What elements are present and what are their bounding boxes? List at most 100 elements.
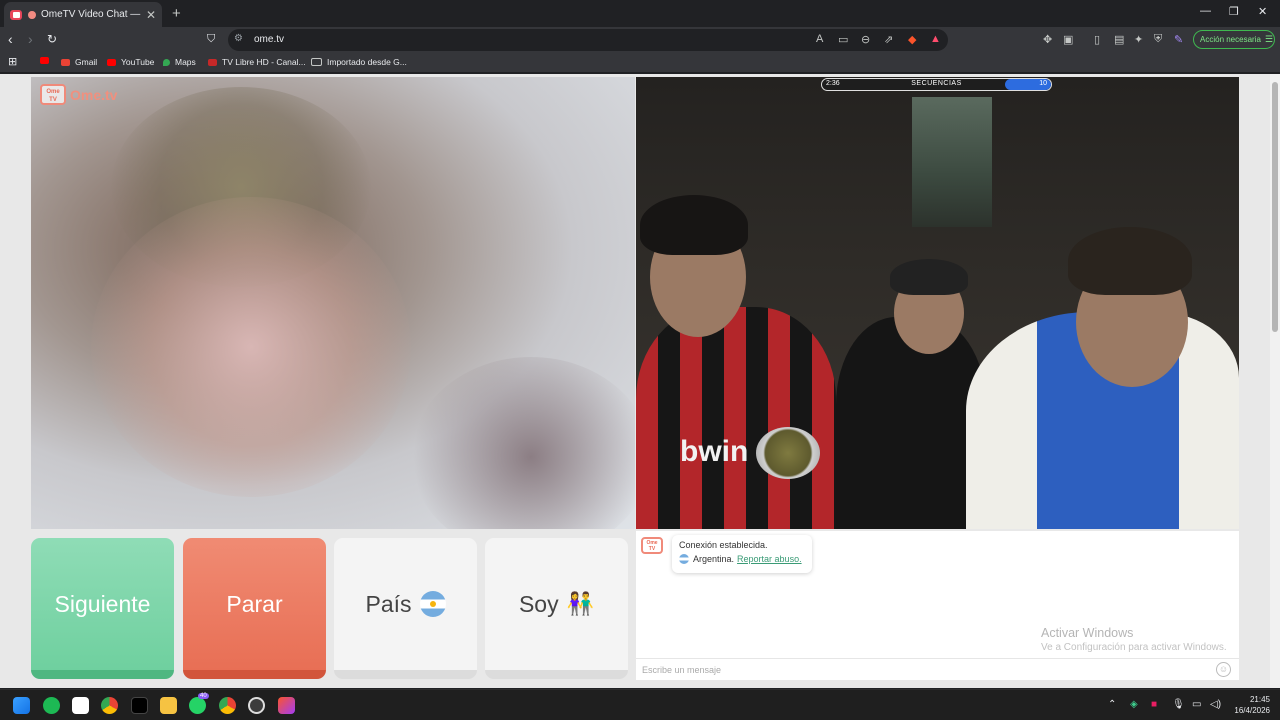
bookmark-gmail[interactable]: Gmail bbox=[61, 57, 97, 67]
person-middle-cap bbox=[890, 259, 968, 295]
minimize-icon[interactable]: — bbox=[1200, 5, 1211, 17]
tab-ometv[interactable]: OmeTV Video Chat — Omeg ✕ bbox=[4, 2, 162, 27]
tray-security-icon[interactable]: ◈ bbox=[1130, 699, 1138, 710]
ometv-logo[interactable]: Ome TV Ome.tv bbox=[40, 84, 117, 105]
logo-text: Ome.tv bbox=[70, 86, 118, 103]
report-abuse-link[interactable]: Reportar abuso. bbox=[737, 554, 802, 564]
bookmark-maps[interactable]: Maps bbox=[163, 57, 196, 67]
file-explorer-icon[interactable] bbox=[160, 697, 177, 714]
message-input[interactable]: Escribe un mensaje bbox=[642, 665, 721, 675]
gmail-icon bbox=[61, 58, 70, 66]
maps-pin-icon bbox=[163, 58, 170, 66]
tab-title: OmeTV Video Chat — Omeg bbox=[41, 9, 142, 20]
bookmark-icon[interactable]: ⛉ bbox=[207, 33, 215, 46]
tab-strip: OmeTV Video Chat — Omeg ✕ + — ❐ ✕ bbox=[0, 0, 1280, 27]
clock-time: 21:45 bbox=[1249, 695, 1270, 704]
windows-taskbar: 40 ⌃ ◈ ■ 🎙 ▭ ◁) 21:45 16/4/2026 bbox=[0, 689, 1280, 720]
apps-grid-icon[interactable]: ⊞ bbox=[8, 55, 17, 68]
chat-ometv-icon: Ome TV bbox=[641, 537, 663, 554]
github-icon[interactable] bbox=[248, 697, 265, 714]
capture-right-text: 10 bbox=[1039, 80, 1047, 87]
network-icon[interactable]: ▭ bbox=[1192, 699, 1201, 710]
shirt-sponsor-text: bwin bbox=[680, 435, 749, 468]
action-needed-label: Acción necesaria bbox=[1200, 35, 1261, 44]
argentina-flag-icon bbox=[679, 554, 689, 564]
tab-close-icon[interactable]: ✕ bbox=[146, 8, 156, 22]
tray-app-icon[interactable]: ■ bbox=[1151, 699, 1157, 710]
windows-start-icon[interactable] bbox=[13, 697, 30, 714]
chrome-icon[interactable] bbox=[101, 697, 118, 714]
vpn-icon[interactable]: ⛨ bbox=[1154, 33, 1162, 46]
url-text[interactable]: ome.tv bbox=[254, 34, 284, 45]
bookmark-label: Maps bbox=[175, 57, 196, 67]
gender-label: Soy bbox=[518, 590, 559, 617]
bookmark-youtube[interactable]: YouTube bbox=[107, 57, 154, 67]
back-icon[interactable]: ‹ bbox=[8, 31, 13, 47]
tiktok-icon[interactable] bbox=[131, 697, 148, 714]
windows-activation-subtitle: Ve a Configuración para activar Windows. bbox=[1041, 642, 1227, 653]
system-clock[interactable]: 21:45 16/4/2026 bbox=[1226, 694, 1270, 716]
forward-icon[interactable]: › bbox=[28, 31, 33, 47]
volume-icon[interactable]: ◁) bbox=[1210, 699, 1221, 710]
leo-ai-icon[interactable]: ✦ bbox=[1134, 33, 1143, 46]
bookmark-unlabeled[interactable] bbox=[40, 57, 54, 64]
sidebar-icon[interactable]: ▯ bbox=[1094, 33, 1100, 46]
blur-region bbox=[411, 357, 635, 529]
whatsapp-icon[interactable] bbox=[189, 697, 206, 714]
bookmark-label: Importado desde G... bbox=[327, 57, 407, 67]
person-left-hair bbox=[640, 195, 748, 255]
bookmark-label: TV Libre HD - Canal... bbox=[222, 57, 306, 67]
reload-icon[interactable]: ↻ bbox=[47, 32, 57, 46]
capture-center-text: SECUENCIAS bbox=[911, 80, 962, 87]
bookmark-tvlibre[interactable]: TV Libre HD - Canal... bbox=[208, 57, 306, 67]
logo-tv-icon: Ome TV bbox=[40, 84, 66, 105]
brave-rewards-icon[interactable]: ▲ bbox=[930, 33, 941, 45]
chat-panel: Ome TV Conexión establecida. Argentina. … bbox=[636, 531, 1239, 680]
whatsapp-badge: 40 bbox=[198, 693, 209, 699]
pen-icon[interactable]: ✎ bbox=[1174, 33, 1183, 46]
spotify-icon[interactable] bbox=[43, 697, 60, 714]
extensions-icon[interactable]: ✥ bbox=[1043, 33, 1052, 46]
emoji-icon[interactable]: ☺ bbox=[1216, 662, 1231, 677]
next-label: Siguiente bbox=[54, 590, 151, 617]
country-button[interactable]: País bbox=[334, 538, 477, 679]
new-tab-button[interactable]: + bbox=[172, 5, 181, 22]
wallet-icon[interactable]: ▤ bbox=[1114, 33, 1124, 46]
person-right-hair bbox=[1068, 227, 1192, 295]
bookmark-label: Gmail bbox=[75, 57, 98, 67]
next-button[interactable]: Siguiente bbox=[31, 538, 174, 679]
chrome-profile-icon[interactable] bbox=[219, 697, 236, 714]
person-left bbox=[636, 307, 836, 529]
brave-icon[interactable] bbox=[278, 697, 295, 714]
cast-icon[interactable]: ▭ bbox=[838, 33, 848, 46]
menu-icon: ☰ bbox=[1264, 34, 1273, 44]
bookmark-folder[interactable]: Importado desde G... bbox=[311, 57, 407, 67]
page-scrollbar[interactable] bbox=[1270, 74, 1280, 688]
close-window-icon[interactable]: ✕ bbox=[1258, 5, 1267, 18]
action-needed-button[interactable]: Acción necesaria ☰ bbox=[1193, 30, 1275, 49]
own-video-feed bbox=[31, 77, 635, 529]
zoom-icon[interactable]: ⊖ bbox=[861, 33, 870, 46]
windows-activation-title: Activar Windows bbox=[1041, 626, 1134, 640]
translate-icon[interactable]: A bbox=[816, 33, 823, 45]
microphone-icon[interactable]: 🎙 bbox=[1172, 699, 1185, 710]
mate-cup bbox=[756, 427, 820, 479]
stop-button[interactable]: Parar bbox=[183, 538, 326, 679]
gender-button[interactable]: Soy 👫 bbox=[485, 538, 628, 679]
stop-label: Parar bbox=[226, 590, 283, 617]
scroll-thumb[interactable] bbox=[1272, 82, 1278, 332]
capcut-icon[interactable] bbox=[72, 697, 89, 714]
tray-chevron-icon[interactable]: ⌃ bbox=[1108, 699, 1116, 710]
message-input-row[interactable]: Escribe un mensaje ☺ bbox=[636, 658, 1239, 680]
browser-toolbar: ‹ › ↻ ⛉ ⚙ ome.tv A ▭ ⊖ ⇗ ◆ ▲ ✥ ▣ ▯ ▤ ✦ ⛨… bbox=[0, 27, 1280, 53]
youtube-favicon-icon bbox=[10, 9, 23, 20]
stranger-video-feed: bwin bbox=[636, 77, 1239, 529]
address-bar[interactable]: ⚙ ome.tv A ▭ ⊖ ⇗ ◆ ▲ bbox=[228, 29, 948, 51]
site-info-icon[interactable]: ⚙ bbox=[234, 33, 243, 44]
youtube-icon bbox=[107, 58, 116, 66]
brave-shield-icon[interactable]: ◆ bbox=[908, 33, 916, 46]
tab-search-icon[interactable]: ▣ bbox=[1063, 33, 1073, 46]
stranger-country: Argentina. bbox=[693, 554, 735, 564]
share-icon[interactable]: ⇗ bbox=[884, 33, 893, 46]
restore-icon[interactable]: ❐ bbox=[1229, 5, 1239, 18]
